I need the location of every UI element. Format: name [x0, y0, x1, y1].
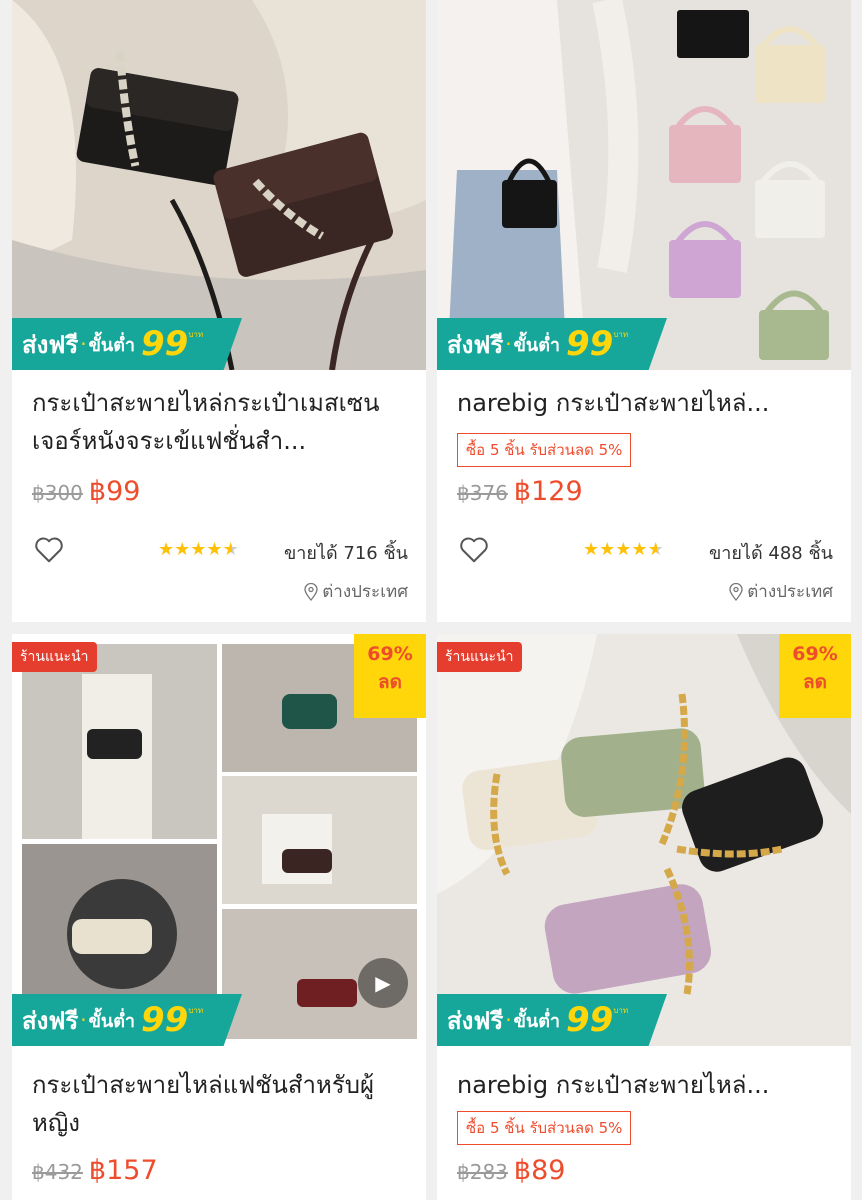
- sold-count: ขายได้ 716 ชิ้น: [283, 543, 408, 564]
- original-price: ฿283: [457, 1160, 508, 1184]
- product-title[interactable]: กระเป๋าสะพายไหล่แฟชันสำหรับผู้หญิง: [32, 1066, 408, 1142]
- star-half-icon: ★: [647, 539, 664, 560]
- heart-icon[interactable]: [34, 536, 64, 564]
- product-image[interactable]: ลด ส่งฟรี · ขั้นต่ำ 99 บาท: [12, 0, 426, 370]
- product-photo: [437, 0, 851, 370]
- banner-dot: ·: [505, 332, 512, 356]
- product-image[interactable]: ร้านแนะนำ 69% ลด ▶ ส่งฟรี · ขั้นต่ำ 99 บ…: [12, 634, 426, 1046]
- discount-percent: 69%: [792, 643, 838, 665]
- product-image[interactable]: ร้านแนะนำ 69% ลด ส่งฟรี · ขั้นต่ำ 99 บาท: [437, 634, 851, 1046]
- product-photo: [12, 0, 426, 370]
- min-label: ขั้นต่ำ: [513, 1010, 561, 1032]
- price-row: ฿432 ฿157: [32, 1155, 158, 1186]
- location-label: ต่างประเทศ: [747, 582, 833, 602]
- discount-badge: 69% ลด: [779, 634, 851, 718]
- free-shipping-label: ส่งฟรี: [22, 330, 79, 359]
- discount-percent: 69%: [367, 643, 413, 665]
- baht-unit: บาท: [188, 330, 204, 339]
- sale-price: ฿99: [88, 476, 141, 507]
- location: ต่างประเทศ: [304, 578, 408, 605]
- min-label: ขั้นต่ำ: [513, 334, 561, 356]
- location-label: ต่างประเทศ: [322, 582, 408, 602]
- free-shipping-banner: ส่งฟรี · ขั้นต่ำ 99 บาท: [12, 318, 242, 370]
- product-image[interactable]: ลด ส่งฟรี · ขั้นต่ำ 99 บาท: [437, 0, 851, 370]
- price-row: ฿300 ฿99: [32, 476, 140, 507]
- star-icon: ★: [631, 539, 648, 560]
- banner-dot: ·: [80, 332, 87, 356]
- baht-unit: บาท: [613, 330, 629, 339]
- star-icon: ★: [206, 539, 223, 560]
- free-shipping-banner: ส่งฟรี · ขั้นต่ำ 99 บาท: [12, 994, 242, 1046]
- free-shipping-label: ส่งฟรี: [22, 1006, 79, 1035]
- heart-icon[interactable]: [459, 536, 489, 564]
- baht-unit: บาท: [188, 1006, 204, 1015]
- star-half-icon: ★: [222, 539, 239, 560]
- product-title[interactable]: narebig กระเป๋าสะพายไหล่...: [457, 384, 833, 422]
- star-icon: ★: [174, 539, 191, 560]
- promo-tag: ซื้อ 5 ชิ้น รับส่วนลด 5%: [457, 1111, 632, 1145]
- location-pin-icon: [729, 582, 743, 601]
- price-row: ฿376 ฿129: [457, 476, 583, 507]
- recommended-shop-badge: ร้านแนะนำ: [437, 642, 522, 672]
- min-amount: 99: [141, 1000, 189, 1040]
- star-icon: ★: [158, 539, 175, 560]
- original-price: ฿300: [32, 481, 83, 505]
- product-card-1[interactable]: ลด ส่งฟรี · ขั้นต่ำ 99 บาท กระเป๋าสะพายไ…: [12, 0, 426, 622]
- play-video-button[interactable]: ▶: [358, 958, 408, 1008]
- free-shipping-label: ส่งฟรี: [447, 1006, 504, 1035]
- location-pin-icon: [304, 582, 318, 601]
- sold-count: ขายได้ 488 ชิ้น: [708, 543, 833, 564]
- location: ต่างประเทศ: [729, 578, 833, 605]
- sale-price: ฿129: [513, 476, 583, 507]
- discount-badge: 69% ลด: [354, 634, 426, 718]
- min-amount: 99: [566, 1000, 614, 1040]
- free-shipping-banner: ส่งฟรี · ขั้นต่ำ 99 บาท: [437, 994, 667, 1046]
- price-row: ฿283 ฿89: [457, 1155, 565, 1186]
- product-card-3[interactable]: ร้านแนะนำ 69% ลด ▶ ส่งฟรี · ขั้นต่ำ 99 บ…: [12, 634, 426, 1200]
- promo-tag: ซื้อ 5 ชิ้น รับส่วนลด 5%: [457, 433, 632, 467]
- banner-dot: ·: [505, 1008, 512, 1032]
- star-icon: ★: [599, 539, 616, 560]
- banner-dot: ·: [80, 1008, 87, 1032]
- min-label: ขั้นต่ำ: [88, 1010, 136, 1032]
- discount-label: ลด: [378, 671, 402, 693]
- rating-stars: ★ ★ ★ ★ ★: [158, 540, 239, 560]
- sale-price: ฿89: [513, 1155, 566, 1186]
- product-card-4[interactable]: ร้านแนะนำ 69% ลด ส่งฟรี · ขั้นต่ำ 99 บาท…: [437, 634, 851, 1200]
- min-label: ขั้นต่ำ: [88, 334, 136, 356]
- product-card-2[interactable]: ลด ส่งฟรี · ขั้นต่ำ 99 บาท narebig กระเป…: [437, 0, 851, 622]
- star-icon: ★: [583, 539, 600, 560]
- sale-price: ฿157: [88, 1155, 158, 1186]
- min-amount: 99: [566, 324, 614, 364]
- baht-unit: บาท: [613, 1006, 629, 1015]
- product-title[interactable]: narebig กระเป๋าสะพายไหล่...: [457, 1066, 833, 1104]
- discount-label: ลด: [803, 671, 827, 693]
- original-price: ฿432: [32, 1160, 83, 1184]
- free-shipping-banner: ส่งฟรี · ขั้นต่ำ 99 บาท: [437, 318, 667, 370]
- original-price: ฿376: [457, 481, 508, 505]
- recommended-shop-badge: ร้านแนะนำ: [12, 642, 97, 672]
- free-shipping-label: ส่งฟรี: [447, 330, 504, 359]
- rating-stars: ★ ★ ★ ★ ★: [583, 540, 664, 560]
- play-icon: ▶: [375, 971, 391, 995]
- star-icon: ★: [190, 539, 207, 560]
- min-amount: 99: [141, 324, 189, 364]
- star-icon: ★: [615, 539, 632, 560]
- product-title[interactable]: กระเป๋าสะพายไหล่กระเป๋าเมสเซนเจอร์หนังจร…: [32, 384, 408, 460]
